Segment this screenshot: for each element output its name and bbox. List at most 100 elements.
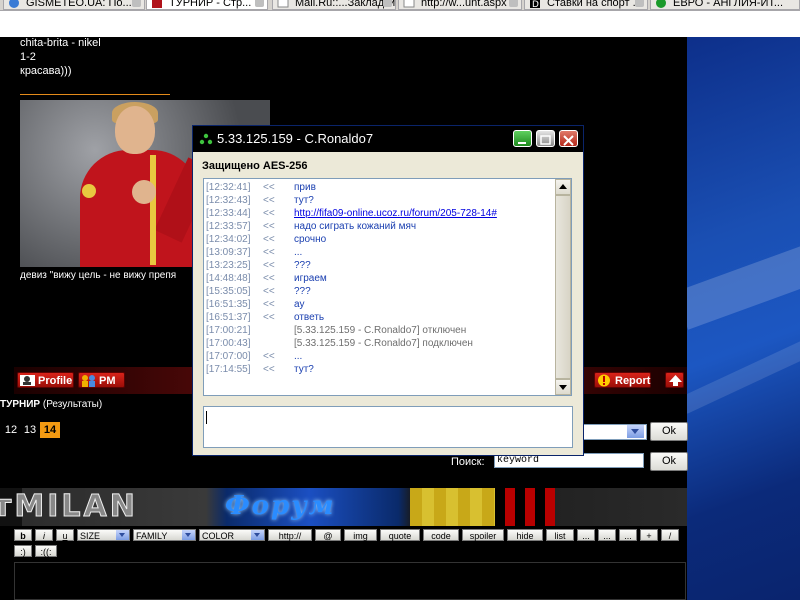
- pm-button[interactable]: PM: [78, 372, 125, 388]
- chevron-down-icon: [182, 530, 195, 540]
- chat-message: [13:09:37] <<...: [206, 246, 302, 259]
- browser-tab[interactable]: ЕВРО - АНГЛИЯ-ИТ...: [650, 0, 800, 10]
- close-tab-icon[interactable]: [635, 0, 644, 7]
- message-direction: <<: [263, 273, 275, 284]
- close-tab-icon[interactable]: [132, 0, 141, 7]
- message-direction: <<: [263, 351, 275, 362]
- site-favicon-icon: [152, 0, 162, 8]
- message-text: надо сиграть кожаний мяч: [294, 221, 417, 232]
- close-tags-button[interactable]: /: [661, 529, 679, 541]
- more-button[interactable]: ...: [577, 529, 595, 541]
- jump-ok-button[interactable]: Ok: [650, 422, 688, 441]
- scroll-down-button[interactable]: [555, 379, 571, 395]
- message-text: тут?: [294, 364, 314, 375]
- message-timestamp: [12:33:44]: [206, 208, 251, 219]
- message-direction: <<: [263, 364, 275, 375]
- maximize-button[interactable]: [536, 130, 555, 147]
- message-text: прив: [294, 182, 316, 193]
- message-timestamp: [13:09:37]: [206, 247, 251, 258]
- url-button[interactable]: http://: [268, 529, 312, 541]
- bbcode-toolbar: b i u SIZE FAMILY COLOR http:// @ img qu…: [0, 526, 687, 562]
- quote-button[interactable]: quote: [380, 529, 420, 541]
- message-timestamp: [17:00:43]: [206, 338, 251, 349]
- exclamation-icon: [598, 374, 610, 387]
- report-button[interactable]: Report: [594, 372, 651, 388]
- message-direction: <<: [263, 286, 275, 297]
- page-link[interactable]: 12: [2, 422, 20, 438]
- banner-forum-logo: Форум: [225, 491, 336, 521]
- expand-button[interactable]: +: [640, 529, 658, 541]
- chat-message: [12:32:41] << прив: [206, 181, 316, 194]
- message-text: тут?: [294, 195, 314, 206]
- chat-window: 5.33.125.159 - C.Ronaldo7 Защищено AES-2…: [192, 125, 584, 456]
- forum-banner: тMILAN Форум: [0, 488, 687, 526]
- message-direction: <<: [263, 260, 275, 271]
- browser-tab[interactable]: GISMETEO.UA: По...: [3, 0, 145, 10]
- hide-button[interactable]: hide: [507, 529, 543, 541]
- chat-title-bar[interactable]: 5.33.125.159 - C.Ronaldo7: [193, 126, 583, 152]
- browser-toolbar-area: [0, 10, 800, 37]
- color-select[interactable]: COLOR: [199, 529, 265, 541]
- message-text: [5.33.125.159 - C.Ronaldo7] отключен: [294, 325, 467, 336]
- italic-button[interactable]: i: [35, 529, 53, 541]
- browser-tab[interactable]: D Ставки на спорт ...: [524, 0, 648, 10]
- bold-button[interactable]: b: [14, 529, 32, 541]
- chevron-up-icon: [559, 184, 567, 189]
- chat-message: [12:34:02] << срочно: [206, 233, 326, 246]
- browser-tab-strip: GISMETEO.UA: По... ТУРНИР - Стр... Mail.…: [0, 0, 800, 10]
- message-link[interactable]: http://fifa09-online.ucoz.ru/forum/205-7…: [294, 207, 497, 220]
- chat-message: [15:35:05] <<???: [206, 285, 311, 298]
- post-line: красава))): [20, 65, 72, 77]
- spoiler-button[interactable]: spoiler: [462, 529, 504, 541]
- chevron-down-icon: [251, 530, 264, 540]
- chevron-down-icon: [116, 530, 129, 540]
- list-button[interactable]: list: [546, 529, 574, 541]
- chat-message: [12:33:44] << http://fifa09-online.ucoz.ru…: [206, 207, 497, 220]
- smiley-button[interactable]: :((:: [35, 545, 57, 557]
- close-button[interactable]: [559, 130, 578, 147]
- text-caret: [206, 411, 207, 424]
- message-text: [5.33.125.159 - C.Ronaldo7] подключен: [294, 338, 473, 349]
- chat-scrollbar[interactable]: [555, 179, 571, 395]
- scroll-to-top-button[interactable]: [665, 372, 684, 388]
- underline-button[interactable]: u: [56, 529, 74, 541]
- message-text: ...: [294, 247, 303, 258]
- chevron-down-icon[interactable]: [627, 425, 644, 438]
- profile-button[interactable]: Profile: [17, 372, 74, 388]
- message-text: ...: [294, 351, 303, 362]
- page-link[interactable]: 13: [21, 422, 39, 438]
- scroll-up-button[interactable]: [555, 179, 571, 195]
- code-button[interactable]: code: [423, 529, 459, 541]
- decorative-stripe: [679, 338, 800, 414]
- message-text: ???: [294, 260, 311, 271]
- email-button[interactable]: @: [315, 529, 341, 541]
- reply-editor[interactable]: [14, 562, 686, 600]
- close-tab-icon[interactable]: [383, 0, 392, 7]
- chat-message-input[interactable]: [203, 406, 573, 448]
- message-timestamp: [16:51:37]: [206, 312, 251, 323]
- browser-tab[interactable]: Mail.Ru::...Закладки: [272, 0, 396, 10]
- arrow-up-icon: [669, 375, 682, 386]
- minimize-button[interactable]: [513, 130, 532, 147]
- close-tab-icon[interactable]: [509, 0, 518, 7]
- scrollbar-thumb[interactable]: [555, 195, 571, 379]
- message-timestamp: [17:00:21]: [206, 325, 251, 336]
- close-tab-icon[interactable]: [255, 0, 264, 7]
- more-button[interactable]: ...: [598, 529, 616, 541]
- chat-message: [12:33:57] << надо сиграть кожаний мяч: [206, 220, 416, 233]
- size-select[interactable]: SIZE: [77, 529, 130, 541]
- more-button[interactable]: ...: [619, 529, 637, 541]
- chat-message-log[interactable]: [12:32:41] << прив [12:32:43] << тут? [12:33:4…: [203, 178, 572, 396]
- browser-tab[interactable]: http://w...unt.aspx: [398, 0, 522, 10]
- chat-message: [17:00:43] [5.33.125.159 - C.Ronaldo7] по…: [206, 337, 473, 350]
- family-select[interactable]: FAMILY: [133, 529, 196, 541]
- message-direction: <<: [263, 234, 275, 245]
- img-button[interactable]: img: [344, 529, 377, 541]
- search-ok-button[interactable]: Ok: [650, 452, 688, 471]
- smiley-button[interactable]: :): [14, 545, 32, 557]
- message-direction: <<: [263, 312, 275, 323]
- browser-tab-active[interactable]: ТУРНИР - Стр...: [146, 0, 268, 10]
- decorative-stripe: [674, 244, 800, 330]
- chat-message: [17:14:55] << тут?: [206, 363, 314, 376]
- chat-message: [13:23:25] <<???: [206, 259, 311, 272]
